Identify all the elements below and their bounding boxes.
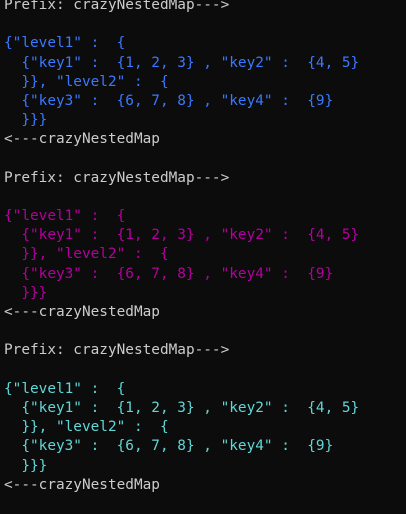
map-line: {"key1" : {1, 2, 3} , "key2" : {4, 5} [4, 227, 360, 244]
map-line: }}} [4, 284, 48, 301]
map-line: }}, "level2" : { [4, 419, 169, 436]
map-line: {"key1" : {1, 2, 3} , "key2" : {4, 5} [4, 54, 360, 71]
map-line: {"key3" : {6, 7, 8} , "key4" : {9} [4, 265, 334, 282]
map-line: {"key3" : {6, 7, 8} , "key4" : {9} [4, 438, 334, 455]
map-line: {"level1" : { [4, 208, 126, 225]
map-line: {"level1" : { [4, 35, 126, 52]
prefix-line: Prefix: crazyNestedMap---> [4, 0, 230, 13]
footer-line: <---crazyNestedMap [4, 476, 160, 493]
output-block-3: Prefix: crazyNestedMap---> {"level1" : {… [4, 341, 406, 495]
map-line: }}, "level2" : { [4, 73, 169, 90]
terminal-output: Prefix: crazyNestedMap---> {"level1" : {… [0, 0, 406, 495]
map-line: {"key1" : {1, 2, 3} , "key2" : {4, 5} [4, 399, 360, 416]
map-line: }}, "level2" : { [4, 246, 169, 263]
map-line: {"level1" : { [4, 380, 126, 397]
map-line: }}} [4, 112, 48, 129]
prefix-line: Prefix: crazyNestedMap---> [4, 169, 230, 186]
output-block-1: Prefix: crazyNestedMap---> {"level1" : {… [4, 0, 406, 150]
output-block-2: Prefix: crazyNestedMap---> {"level1" : {… [4, 169, 406, 323]
footer-line: <---crazyNestedMap [4, 304, 160, 320]
prefix-line: Prefix: crazyNestedMap---> [4, 342, 230, 359]
map-line: }}} [4, 457, 48, 474]
footer-line: <---crazyNestedMap [4, 131, 160, 148]
map-line: {"key3" : {6, 7, 8} , "key4" : {9} [4, 92, 334, 109]
